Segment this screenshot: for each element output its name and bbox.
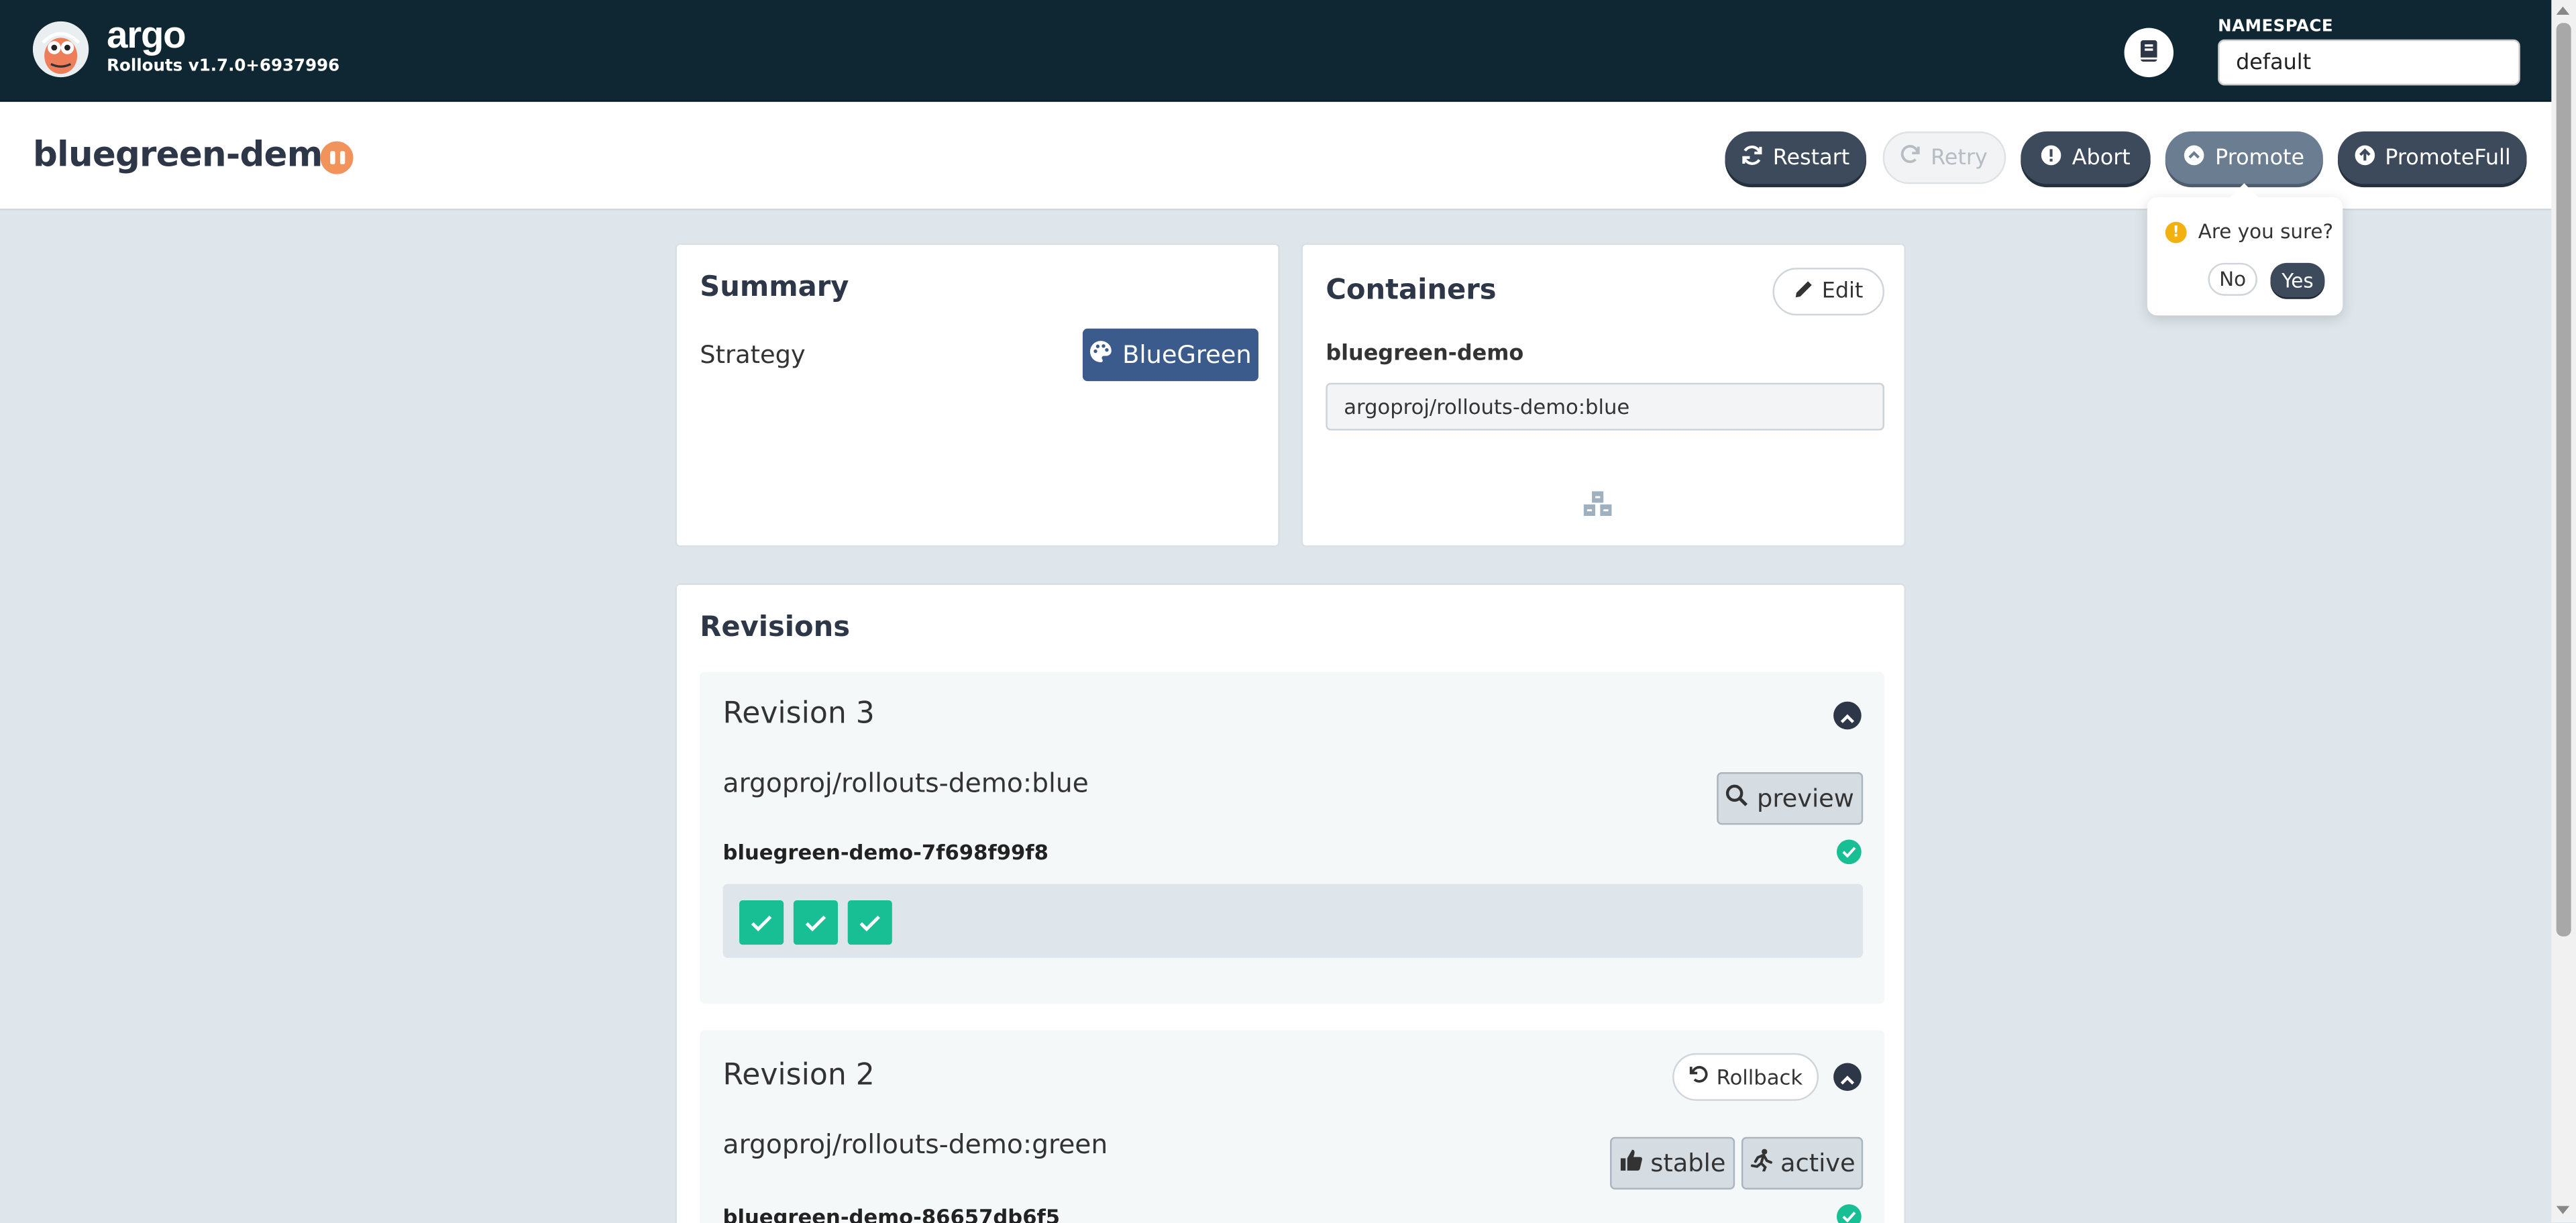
promote-label: Promote — [2215, 145, 2305, 170]
palette-icon — [1089, 340, 1112, 370]
confirm-question: Are you sure? — [2198, 220, 2334, 244]
warning-icon: ! — [2165, 221, 2187, 244]
pod-healthy[interactable] — [793, 900, 838, 945]
namespace-label: NAMESPACE — [2218, 17, 2334, 36]
rollback-button[interactable]: Rollback — [1672, 1053, 1819, 1101]
chevron-up-icon — [1840, 1061, 1855, 1093]
collapse-revision-button[interactable] — [1833, 700, 1862, 731]
replicaset-name: bluegreen-demo-7f698f99f8 — [722, 839, 1049, 865]
argo-logo[interactable] — [32, 21, 89, 78]
check-icon — [859, 907, 881, 939]
abort-button[interactable]: Abort — [2021, 131, 2151, 184]
page-title: bluegreen-demo — [32, 134, 346, 174]
promote-full-label: PromoteFull — [2385, 145, 2511, 170]
active-tag-label: active — [1780, 1148, 1856, 1178]
strategy-badge: BlueGreen — [1082, 328, 1258, 382]
restart-label: Restart — [1772, 145, 1850, 170]
pod-healthy[interactable] — [847, 900, 892, 945]
collapse-revision-button[interactable] — [1833, 1063, 1862, 1092]
redo-icon — [1901, 145, 1921, 171]
scroll-thumb[interactable] — [2556, 23, 2571, 937]
brand: argo Rollouts v1.7.0+6937996 — [107, 13, 339, 78]
scroll-up-arrow[interactable] — [2556, 6, 2570, 15]
retry-label: Retry — [1931, 145, 1988, 170]
preview-tag-label: preview — [1757, 784, 1854, 814]
abort-label: Abort — [2072, 145, 2131, 170]
summary-card: Summary Strategy BlueGreen — [675, 243, 1280, 547]
stable-tag-label: stable — [1650, 1148, 1726, 1178]
edit-containers-button[interactable]: Edit — [1772, 268, 1885, 316]
strategy-value: BlueGreen — [1122, 339, 1252, 370]
revision-2: Revision 2 Rollback argoproj/rollouts-de… — [700, 1030, 1885, 1223]
edit-label: Edit — [1821, 279, 1864, 305]
revision-image: argoproj/rollouts-demo:blue — [722, 767, 1089, 799]
strategy-label: Strategy — [700, 339, 806, 370]
paused-status-icon — [320, 141, 354, 174]
namespace-input[interactable] — [2218, 39, 2520, 86]
page-scrollbar[interactable] — [2551, 0, 2576, 1223]
top-bar: argo Rollouts v1.7.0+6937996 NAMESPACE — [0, 0, 2576, 102]
sync-icon — [1741, 144, 1763, 172]
pod-healthy[interactable] — [739, 900, 784, 945]
promote-button[interactable]: Promote — [2165, 131, 2323, 184]
rollback-label: Rollback — [1716, 1064, 1803, 1089]
documentation-button[interactable] — [2124, 28, 2174, 78]
revision-3: Revision 3 argoproj/rollouts-demo:blue p… — [700, 672, 1885, 1004]
promote-full-button[interactable]: PromoteFull — [2337, 131, 2527, 184]
running-icon — [1749, 1149, 1772, 1178]
confirm-yes-button[interactable]: Yes — [2270, 262, 2325, 298]
check-icon — [805, 907, 826, 939]
revisions-card: Revisions Revision 3 argoproj/rollouts-d… — [675, 583, 1906, 1223]
healthy-check-icon — [1836, 1204, 1862, 1223]
chevron-circle-up-icon — [2184, 144, 2206, 172]
pencil-icon — [1794, 278, 1813, 305]
cubes-icon — [1582, 491, 1613, 524]
promote-confirm-popover: ! Are you sure? No Yes — [2147, 197, 2343, 316]
preview-tag: preview — [1717, 772, 1864, 825]
arrow-circle-up-icon — [2354, 144, 2375, 172]
pods-container — [722, 884, 1864, 958]
revisions-title: Revisions — [700, 611, 851, 645]
confirm-no-button[interactable]: No — [2208, 262, 2257, 296]
revision-title: Revision 3 — [722, 696, 875, 731]
revision-title: Revision 2 — [722, 1058, 875, 1093]
version-label: Rollouts v1.7.0+6937996 — [107, 57, 340, 76]
container-image-field[interactable]: argoproj/rollouts-demo:blue — [1326, 382, 1885, 431]
stable-tag: stable — [1610, 1136, 1735, 1190]
brand-name: argo — [107, 13, 186, 56]
undo-icon — [1688, 1065, 1708, 1089]
healthy-check-icon — [1836, 839, 1862, 865]
scroll-down-arrow[interactable] — [2556, 1206, 2570, 1214]
containers-card: Containers Edit bluegreen-demo argoproj/… — [1301, 243, 1906, 547]
summary-title: Summary — [700, 271, 849, 305]
container-name: bluegreen-demo — [1326, 341, 1524, 367]
thumbs-up-icon — [1619, 1149, 1642, 1178]
containers-title: Containers — [1326, 274, 1497, 307]
check-icon — [751, 907, 772, 939]
chevron-up-icon — [1840, 700, 1855, 731]
book-icon — [2139, 37, 2159, 68]
replicaset-name: bluegreen-demo-86657db6f5 — [722, 1204, 1061, 1223]
active-tag: active — [1741, 1136, 1864, 1190]
rollout-header: bluegreen-demo Restart Retry Abort Promo… — [0, 101, 2576, 211]
revision-image: argoproj/rollouts-demo:green — [722, 1128, 1108, 1160]
restart-button[interactable]: Restart — [1725, 131, 1867, 184]
search-icon — [1725, 784, 1749, 813]
retry-button[interactable]: Retry — [1882, 131, 2006, 184]
exclamation-circle-icon — [2041, 144, 2062, 172]
